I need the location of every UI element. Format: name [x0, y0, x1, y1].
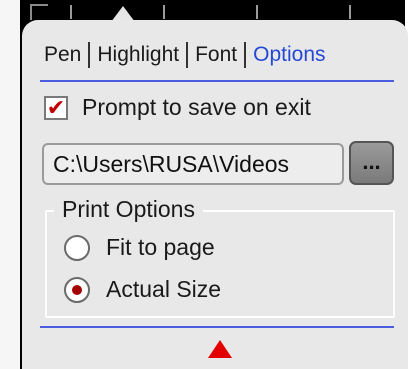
checkmark-icon: ✔: [46, 94, 66, 120]
ruler-tick: [163, 5, 165, 19]
tab-underline: [40, 80, 394, 82]
actual-size-option[interactable]: Actual Size: [64, 276, 221, 303]
ruler-tick: [70, 5, 72, 19]
tab-highlight[interactable]: Highlight: [90, 43, 186, 67]
actual-size-label: Actual Size: [106, 276, 222, 302]
print-options-title: Print Options: [54, 196, 203, 223]
left-edge: [0, 0, 20, 369]
tab-font[interactable]: Font: [188, 43, 244, 67]
fit-to-page-radio[interactable]: [64, 234, 90, 261]
tab-pen[interactable]: Pen: [44, 43, 88, 67]
actual-size-radio[interactable]: [64, 276, 90, 303]
tab-bar: Pen Highlight Font Options: [44, 40, 333, 70]
browse-button[interactable]: ...: [349, 141, 394, 185]
bottom-divider: [40, 326, 394, 328]
prompt-save-option[interactable]: ✔ Prompt to save on exit: [44, 94, 311, 121]
prompt-save-label: Prompt to save on exit: [82, 94, 311, 120]
ruler-tick: [349, 5, 351, 19]
ruler-tick: [256, 5, 258, 19]
fit-to-page-option[interactable]: Fit to page: [64, 234, 215, 261]
corner-grip: [30, 4, 48, 20]
prompt-save-checkbox[interactable]: ✔: [44, 94, 68, 120]
fit-to-page-label: Fit to page: [106, 234, 215, 260]
tab-options[interactable]: Options: [246, 43, 332, 67]
save-path-field[interactable]: C:\Users\RUSA\Videos: [42, 143, 344, 185]
triangle-up-icon[interactable]: [208, 340, 232, 358]
